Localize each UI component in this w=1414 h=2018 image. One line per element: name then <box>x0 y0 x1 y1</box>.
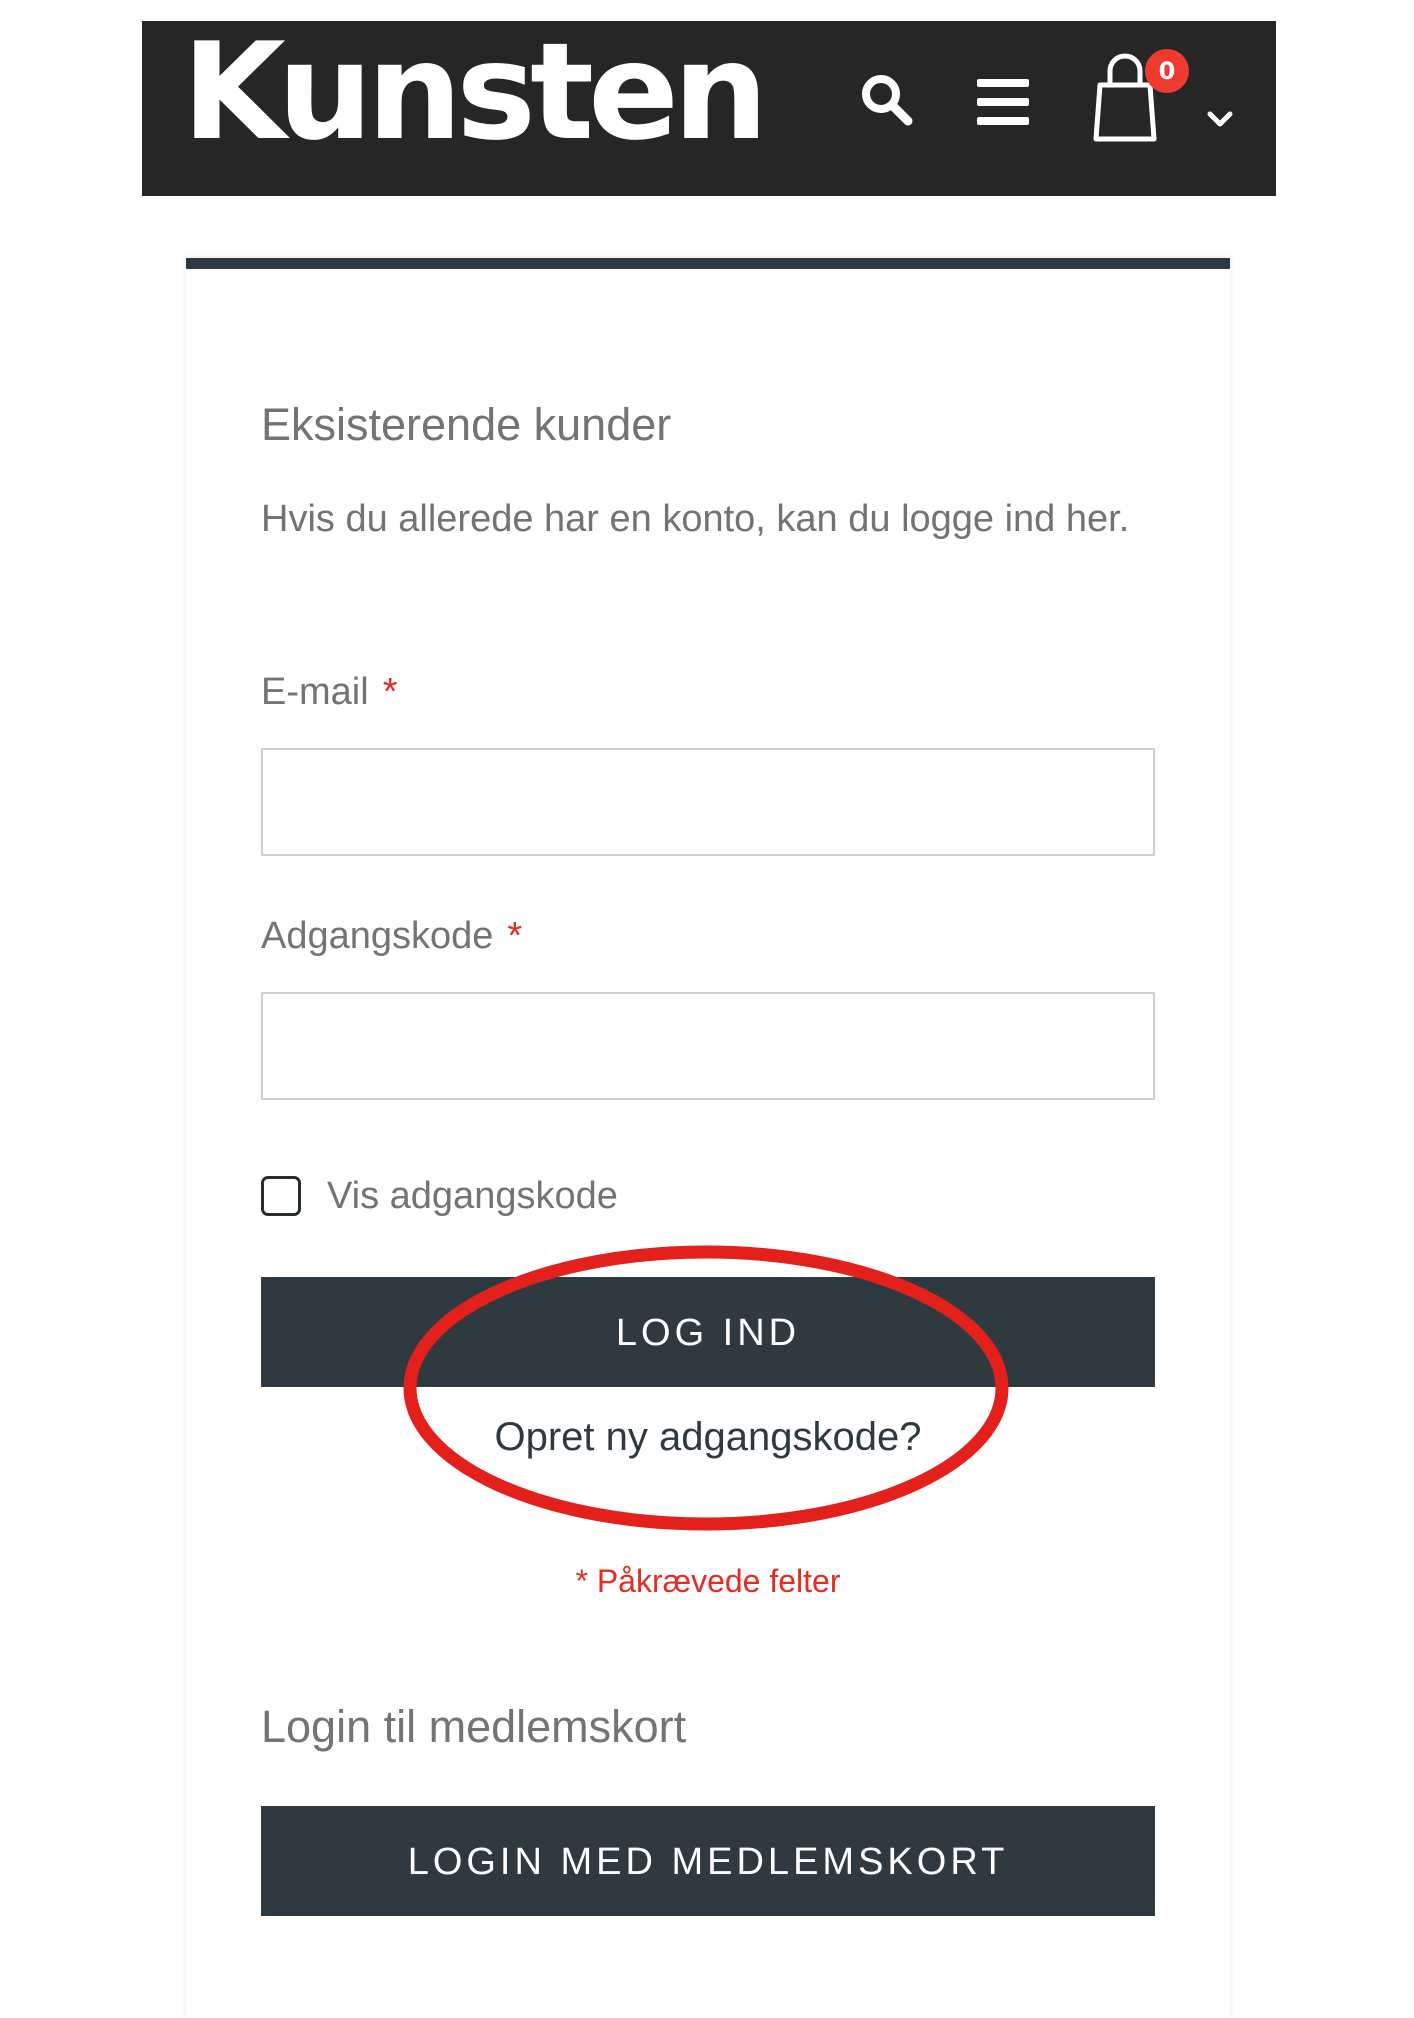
email-field[interactable] <box>261 748 1155 856</box>
password-label: Adgangskode * <box>261 915 522 958</box>
password-field[interactable] <box>261 992 1155 1100</box>
password-label-text: Adgangskode <box>261 915 494 957</box>
show-password-label: Vis adgangskode <box>327 1174 618 1217</box>
required-asterisk: * <box>382 671 398 713</box>
site-logo[interactable]: Kunsten <box>182 25 768 159</box>
login-button[interactable]: LOG IND <box>261 1277 1155 1387</box>
cart-count-badge: 0 <box>1145 49 1189 93</box>
required-asterisk: * <box>507 915 523 957</box>
show-password-checkbox[interactable] <box>261 1176 301 1216</box>
login-card: Eksisterende kunder Hvis du allerede har… <box>186 258 1230 2018</box>
email-label-text: E-mail <box>261 671 369 713</box>
chevron-down-icon[interactable] <box>1198 97 1242 141</box>
email-label: E-mail * <box>261 671 397 714</box>
forgot-password-link[interactable]: Opret ny adgangskode? <box>186 1415 1230 1460</box>
login-intro-text: Hvis du allerede har en konto, kan du lo… <box>261 498 1130 540</box>
site-header: Kunsten 0 <box>142 21 1276 196</box>
show-password-toggle[interactable]: Vis adgangskode <box>261 1173 618 1219</box>
required-fields-note: * Påkrævede felter <box>575 1563 841 1599</box>
member-card-login-button[interactable]: LOGIN MED MEDLEMSKORT <box>261 1806 1155 1916</box>
search-icon[interactable] <box>857 70 917 130</box>
existing-customers-title: Eksisterende kunder <box>261 399 672 450</box>
member-card-title: Login til medlemskort <box>261 1701 687 1752</box>
menu-icon[interactable] <box>973 73 1033 133</box>
